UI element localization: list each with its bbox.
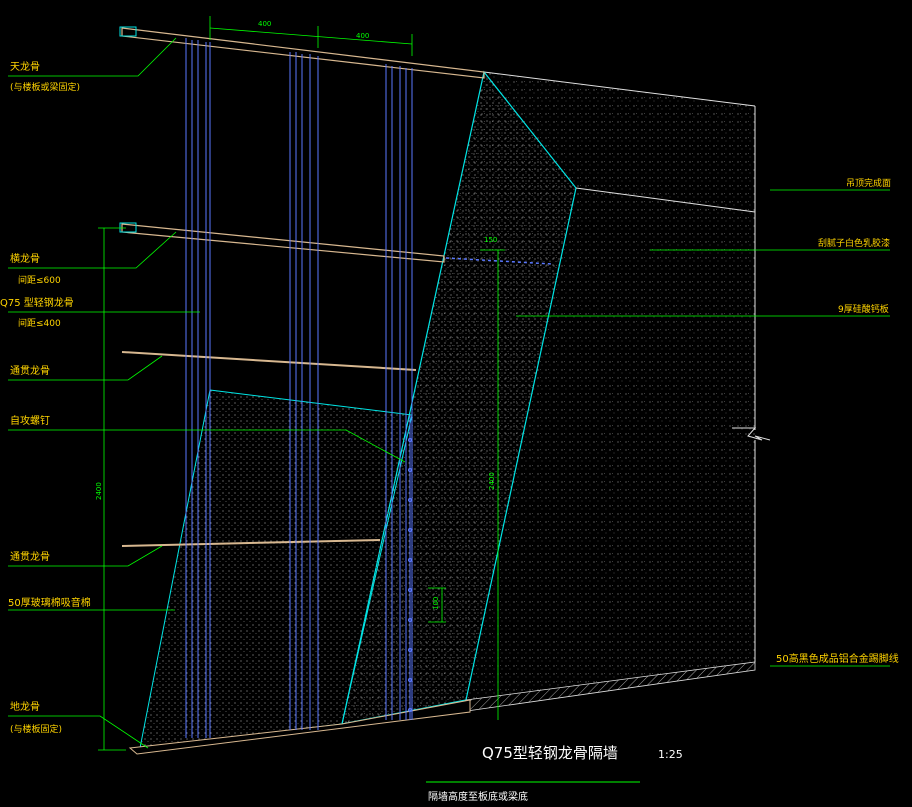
label-top-runner-note: (与楼板或梁固定) (10, 81, 80, 93)
label-skirting: 50高黑色成品铝合金踢脚线 (776, 652, 899, 665)
label-paint: 刮腻子白色乳胶漆 (818, 237, 890, 249)
drawing-scale: 1:25 (658, 748, 683, 761)
label-screw: 自攻螺钉 (10, 414, 50, 427)
label-through-runner-1: 通贯龙骨 (10, 364, 50, 377)
label-top-runner: 天龙骨 (10, 60, 40, 73)
label-gypsum-board: 9厚硅酸钙板 (838, 303, 889, 315)
drawing-subtitle: 隔墙高度至板底或梁底 (428, 790, 528, 803)
label-glass-wool: 50厚玻璃棉吸音棉 (8, 596, 91, 609)
label-stud: Q75 型轻钢龙骨 (0, 296, 74, 309)
drawing-title: Q75型轻钢龙骨隔墙 (482, 744, 618, 762)
label-horizontal-runner: 横龙骨 (10, 252, 40, 265)
label-horizontal-spacing: 间距≤600 (18, 274, 61, 286)
label-stud-spacing: 间距≤400 (18, 317, 61, 329)
dim-100: 100 (432, 597, 440, 610)
dim-mid-height: 2400 (488, 472, 496, 490)
label-through-runner-2: 通贯龙骨 (10, 550, 50, 563)
through-runner-1 (121, 351, 417, 371)
dim-150: 150 (484, 236, 497, 244)
dim-left-height: 2400 (95, 482, 103, 500)
horizontal-runner (121, 223, 445, 263)
cad-drawing-canvas: 400 400 2400 2400 150 100 天龙骨 (与楼板或梁固定) … (0, 0, 912, 807)
label-bottom-runner: 地龙骨 (10, 700, 40, 713)
dim-top-1: 400 (258, 20, 271, 28)
label-ceiling-finish: 吊顶完成面 (846, 177, 891, 189)
label-bottom-runner-note: (与楼板固定) (10, 723, 62, 735)
dim-top-2: 400 (356, 32, 369, 40)
wall-section-drawing: 400 400 2400 2400 150 100 天龙骨 (与楼板或梁固定) … (0, 16, 899, 803)
